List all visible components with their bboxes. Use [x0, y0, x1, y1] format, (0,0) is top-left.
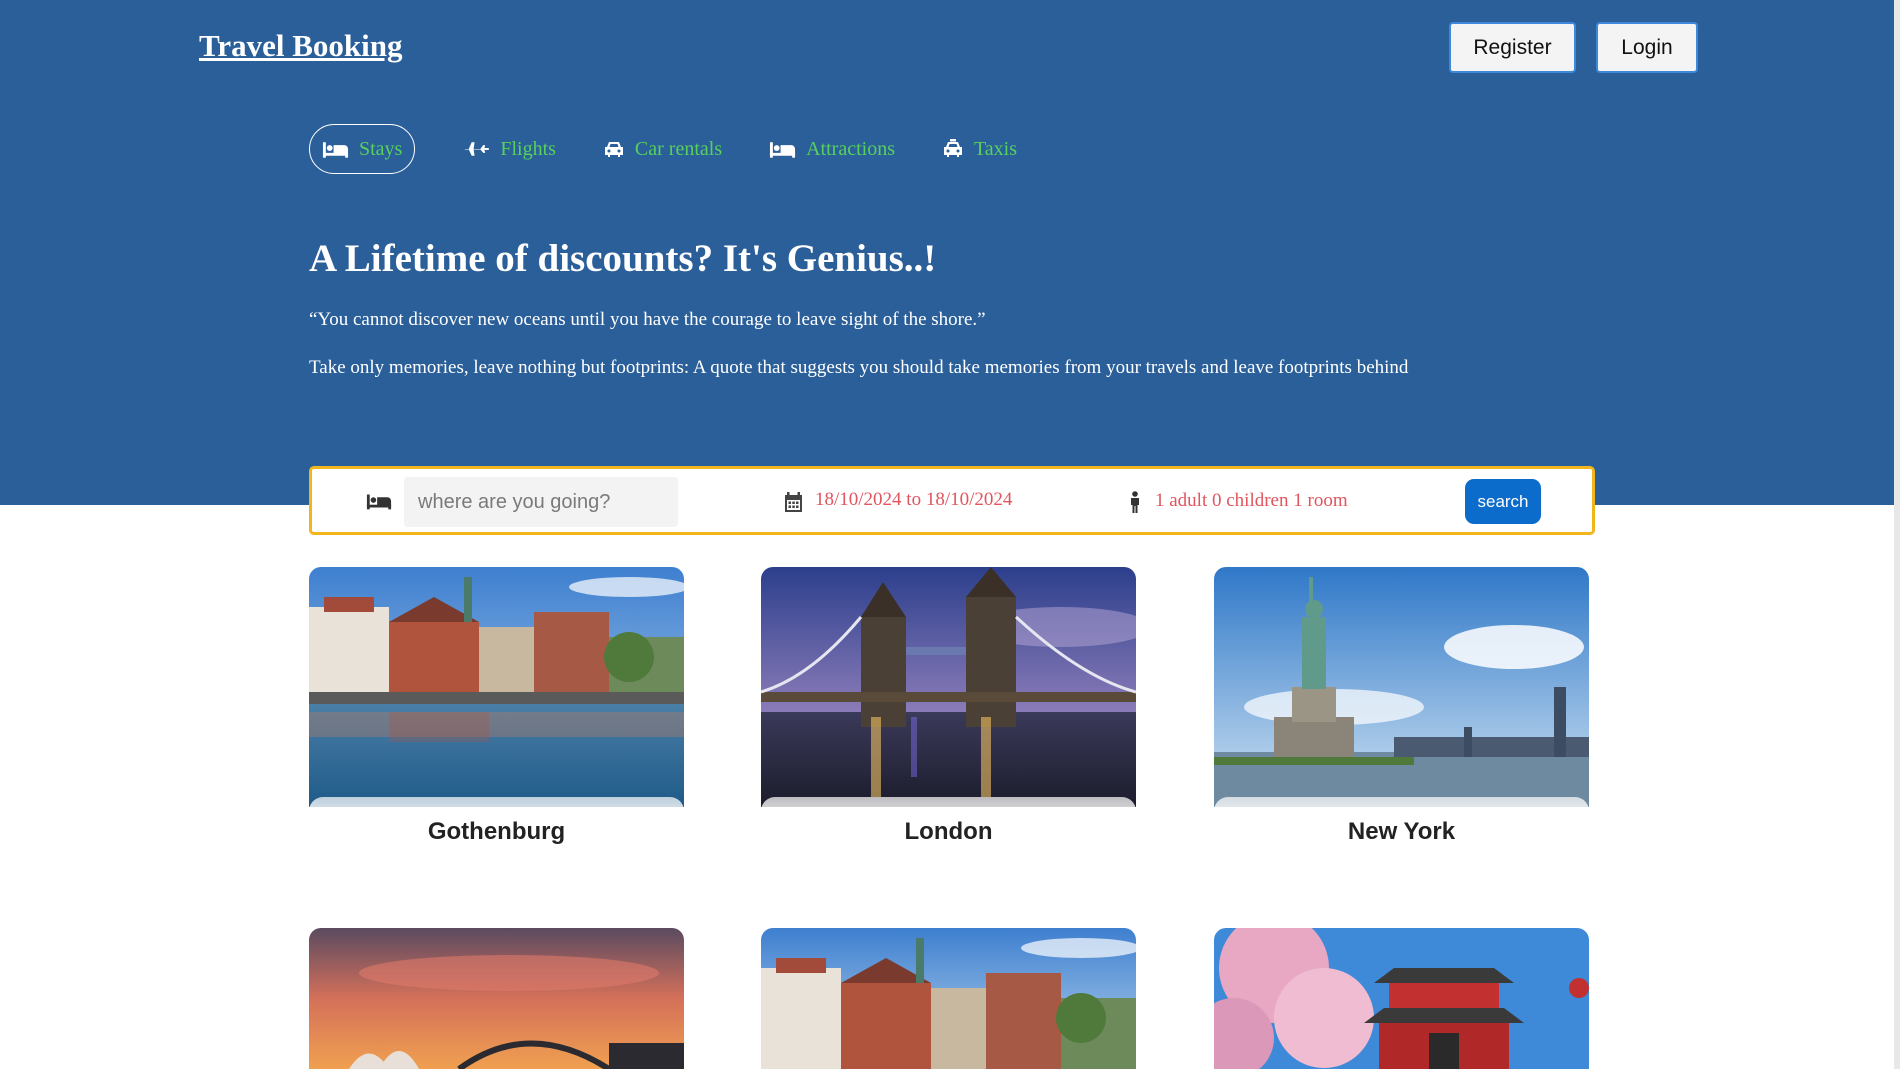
- destination-input[interactable]: [404, 477, 678, 527]
- search-bar: 18/10/2024 to 18/10/2024 1 adult 0 child…: [309, 466, 1595, 535]
- bed-icon: [366, 494, 392, 510]
- nav-item-label: Attractions: [806, 137, 895, 160]
- bed-icon: [770, 142, 796, 158]
- search-button[interactable]: search: [1465, 479, 1541, 524]
- hero-banner: [0, 0, 1900, 505]
- car-icon: [604, 142, 623, 157]
- destination-name: Gothenburg: [309, 797, 684, 867]
- calendar-icon: [785, 492, 802, 512]
- hero-headline: A Lifetime of discounts? It's Genius..!: [309, 237, 937, 280]
- nav-item-car-rentals[interactable]: Car rentals: [603, 124, 722, 174]
- destination-image: [309, 928, 684, 1069]
- person-icon: [1131, 491, 1139, 513]
- nav-item-label: Car rentals: [634, 137, 723, 160]
- category-nav: Stays Flights Car rentals Attractions Ta…: [309, 124, 1064, 174]
- nav-item-label: Flights: [500, 137, 556, 160]
- nav-item-flights[interactable]: Flights: [463, 124, 556, 174]
- login-button[interactable]: Login: [1596, 22, 1698, 73]
- destination-image: [761, 567, 1136, 807]
- destination-name: New York: [1214, 797, 1589, 867]
- date-range-picker[interactable]: 18/10/2024 to 18/10/2024: [815, 489, 1012, 511]
- destination-card[interactable]: [309, 928, 684, 1069]
- site-logo-link[interactable]: Travel Booking: [199, 28, 403, 64]
- plane-icon: [465, 142, 490, 156]
- destination-card[interactable]: London: [761, 567, 1136, 877]
- destination-name: London: [761, 797, 1136, 867]
- guests-selector[interactable]: 1 adult 0 children 1 room: [1155, 490, 1348, 512]
- destination-image: [309, 567, 684, 807]
- destination-card[interactable]: Gothenburg: [309, 567, 684, 877]
- register-button[interactable]: Register: [1449, 22, 1576, 73]
- hero-tagline: Take only memories, leave nothing but fo…: [309, 357, 1409, 378]
- destination-card[interactable]: [1214, 928, 1589, 1069]
- nav-item-label: Stays: [359, 137, 403, 160]
- destination-card[interactable]: [761, 928, 1136, 1069]
- destination-image: [761, 928, 1136, 1069]
- hero-quote: “You cannot discover new oceans until yo…: [309, 309, 986, 330]
- destination-image: [1214, 928, 1589, 1069]
- page-scrollbar[interactable]: [1894, 0, 1900, 1069]
- nav-item-attractions[interactable]: Attractions: [769, 124, 895, 174]
- taxi-icon: [943, 139, 962, 157]
- nav-item-taxis[interactable]: Taxis: [942, 124, 1017, 174]
- nav-item-label: Taxis: [973, 137, 1018, 160]
- bed-icon: [322, 142, 349, 158]
- nav-item-stays[interactable]: Stays: [309, 124, 416, 174]
- destination-card[interactable]: New York: [1214, 567, 1589, 877]
- destination-image: [1214, 567, 1589, 807]
